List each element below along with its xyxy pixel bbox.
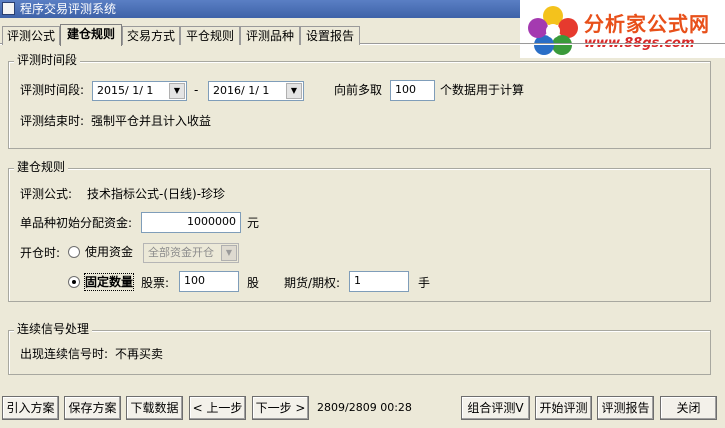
combo-test-button[interactable]: 组合评测V bbox=[461, 396, 530, 420]
capital-input[interactable]: 1000000 bbox=[141, 212, 241, 233]
lookback-prefix: 向前多取 bbox=[334, 83, 383, 97]
brand-logo: 分析家公式网 www.88gs.com bbox=[520, 0, 725, 58]
start-test-button[interactable]: 开始评测 bbox=[535, 396, 592, 420]
end-date-picker[interactable]: 2016/ 1/ 1 ▼ bbox=[208, 81, 304, 101]
stock-label: 股票: bbox=[141, 276, 170, 290]
use-capital-radio[interactable] bbox=[68, 246, 80, 258]
stock-unit: 股 bbox=[247, 276, 260, 290]
formula-label: 评测公式: bbox=[20, 187, 73, 201]
tab-formula[interactable]: 评测公式 bbox=[2, 26, 60, 45]
tab-label: 设置报告 bbox=[305, 29, 354, 43]
previous-step-button[interactable]: < 上一步 bbox=[189, 396, 246, 420]
download-data-button[interactable]: 下载数据 bbox=[126, 396, 183, 420]
import-scheme-button[interactable]: 引入方案 bbox=[2, 396, 59, 420]
tab-products[interactable]: 评测品种 bbox=[240, 26, 300, 45]
start-date-value: 2015/ 1/ 1 bbox=[97, 84, 154, 97]
end-date-value: 2016/ 1/ 1 bbox=[213, 84, 270, 97]
formula-value: 技术指标公式-(日线)-珍珍 bbox=[87, 187, 226, 201]
tab-label: 评测公式 bbox=[6, 29, 55, 43]
lookback-suffix: 个数据用于计算 bbox=[440, 83, 525, 97]
end-condition-label: 评测结束时: bbox=[20, 114, 85, 128]
signal-group-title: 连续信号处理 bbox=[14, 322, 93, 336]
signal-group bbox=[8, 330, 711, 375]
end-condition-value: 强制平仓并且计入收益 bbox=[91, 114, 212, 128]
next-step-button[interactable]: 下一步 > bbox=[252, 396, 309, 420]
use-capital-label[interactable]: 使用资金 bbox=[85, 244, 133, 260]
start-date-picker[interactable]: 2015/ 1/ 1 ▼ bbox=[92, 81, 187, 101]
build-rules-group-title: 建仓规则 bbox=[14, 160, 69, 174]
save-scheme-button[interactable]: 保存方案 bbox=[64, 396, 121, 420]
close-button[interactable]: 关闭 bbox=[660, 396, 717, 420]
tab-report-settings[interactable]: 设置报告 bbox=[300, 26, 360, 45]
fixed-quantity-radio[interactable] bbox=[68, 276, 80, 288]
signal-value: 不再买卖 bbox=[115, 347, 164, 361]
fixed-quantity-label[interactable]: 固定数量 bbox=[83, 273, 135, 291]
capital-mode-value: 全部资金开仓 bbox=[148, 246, 214, 259]
chevron-down-icon[interactable]: ▼ bbox=[221, 245, 237, 261]
capital-mode-select[interactable]: 全部资金开仓 ▼ bbox=[143, 243, 239, 263]
period-group-title: 评测时间段 bbox=[14, 53, 81, 67]
progress-status: 2809/2809 00:28 bbox=[317, 401, 412, 414]
logo-brand-text: 分析家公式网 bbox=[584, 12, 710, 36]
tab-build-rules[interactable]: 建仓规则 bbox=[60, 24, 122, 46]
period-label: 评测时间段: bbox=[20, 83, 85, 97]
tab-label: 建仓规则 bbox=[66, 27, 115, 41]
tab-label: 评测品种 bbox=[245, 29, 294, 43]
futures-unit: 手 bbox=[418, 276, 431, 290]
flower-logo-icon bbox=[528, 6, 578, 55]
test-report-button[interactable]: 评测报告 bbox=[597, 396, 654, 420]
futures-quantity-input[interactable]: 1 bbox=[349, 271, 409, 292]
stock-quantity-input[interactable]: 100 bbox=[179, 271, 239, 292]
tab-label: 交易方式 bbox=[126, 29, 175, 43]
capital-label: 单品种初始分配资金: bbox=[20, 216, 133, 230]
chevron-down-icon[interactable]: ▼ bbox=[286, 83, 302, 99]
tab-trade-mode[interactable]: 交易方式 bbox=[122, 26, 180, 45]
tab-close-rules[interactable]: 平仓规则 bbox=[180, 26, 240, 45]
app-icon bbox=[2, 2, 15, 15]
futures-label: 期货/期权: bbox=[284, 276, 341, 290]
chevron-down-icon[interactable]: ▼ bbox=[169, 83, 185, 99]
window-title: 程序交易评测系统 bbox=[20, 2, 117, 16]
period-group bbox=[8, 61, 711, 149]
signal-label: 出现连续信号时: bbox=[20, 347, 109, 361]
lookback-input[interactable]: 100 bbox=[390, 80, 435, 101]
tab-label: 平仓规则 bbox=[185, 29, 234, 43]
open-position-label: 开仓时: bbox=[20, 246, 61, 260]
date-separator: - bbox=[194, 83, 199, 97]
capital-unit: 元 bbox=[247, 216, 260, 230]
